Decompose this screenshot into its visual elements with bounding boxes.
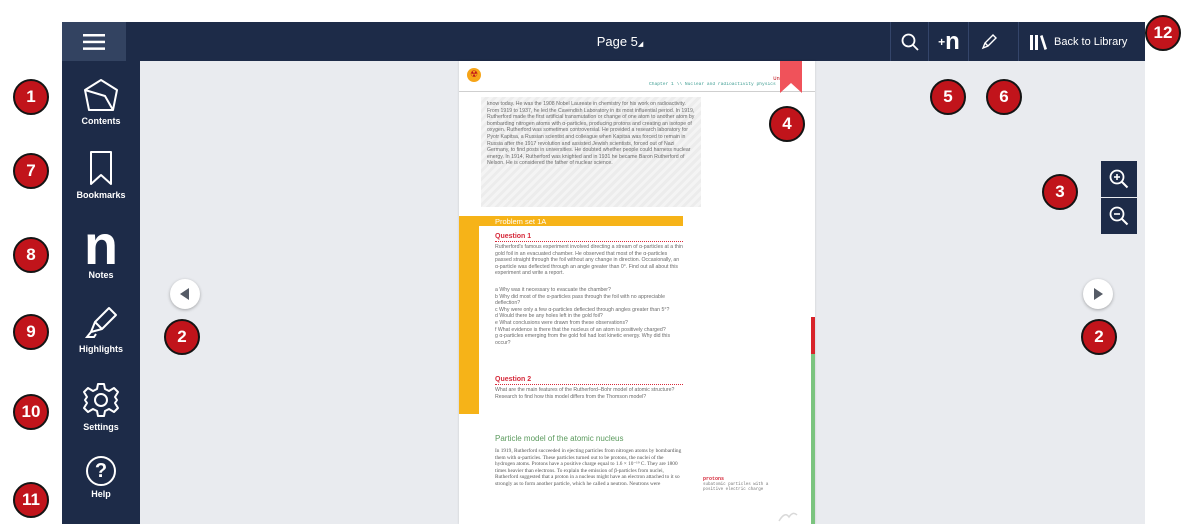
menu-icon	[83, 33, 105, 50]
callout-badge: 2	[164, 319, 200, 355]
glossary-term: protons	[703, 476, 725, 482]
sidebar-item-label: Contents	[81, 116, 121, 126]
sidebar-item-settings[interactable]: Settings	[62, 380, 140, 432]
callout-badge: 5	[930, 79, 966, 115]
library-icon	[1030, 34, 1047, 50]
question-2-text: What are the main features of the Ruther…	[495, 387, 675, 400]
book-page: ☢ Unit 1 Chapter 1 \\ Nuclear and radioa…	[459, 61, 815, 524]
list-item: d Would there be any holes left in the g…	[495, 313, 603, 320]
question-1-list: a Why was it necessary to evacuate the c…	[495, 287, 683, 346]
help-glyph: ?	[94, 459, 108, 482]
sidebar-item-notes[interactable]: n Notes	[62, 213, 140, 281]
list-item: g α-particles emerging from the gold foi…	[495, 333, 671, 346]
arrow-right-icon	[1094, 288, 1103, 300]
question-1-text: Rutherford's famous experiment involved …	[495, 244, 683, 277]
highlight-pen-icon	[981, 33, 997, 49]
problem-set-title: Problem set 1A	[495, 217, 547, 226]
atom-icon: ☢	[470, 69, 479, 79]
progress-indicator-green	[811, 354, 815, 524]
callout-badge: 2	[1081, 319, 1117, 355]
list-item: e What conclusions were drawn from these…	[495, 319, 628, 326]
callout-badge: 7	[13, 153, 49, 189]
contents-icon	[84, 79, 118, 111]
help-icon: ?	[86, 456, 116, 486]
question-2-rule	[495, 384, 683, 385]
list-item: a Why was it necessary to evacuate the c…	[495, 287, 611, 293]
add-note-icon: +n	[938, 27, 960, 55]
sidebar-item-contents[interactable]: Contents	[62, 76, 140, 126]
sidebar-item-label: Highlights	[79, 344, 123, 354]
sidebar-item-label: Help	[91, 489, 111, 499]
previous-page-button[interactable]	[170, 279, 200, 309]
page-number-label: Page 5	[596, 34, 638, 49]
problem-set-banner: Problem set 1A	[459, 216, 683, 226]
sidebar-item-label: Notes	[88, 270, 114, 280]
search-icon	[901, 33, 919, 51]
back-to-library-button[interactable]: Back to Library	[1018, 22, 1145, 61]
list-item: f What evidence is there that the nucleu…	[495, 326, 666, 333]
list-item: c Why were only a few α-particles deflec…	[495, 306, 670, 313]
add-note-button[interactable]: +n	[928, 22, 969, 61]
bookmark-icon	[90, 151, 112, 185]
question-2-title: Question 2	[495, 376, 532, 383]
sidebar-item-help[interactable]: ? Help	[62, 456, 140, 499]
progress-indicator-red	[811, 317, 815, 354]
sidebar-item-highlights[interactable]: Highlights	[62, 304, 140, 354]
zoom-in-button[interactable]	[1101, 161, 1137, 197]
highlight-pen-button[interactable]	[968, 22, 1009, 61]
callout-badge: 8	[13, 237, 49, 273]
arrow-left-icon	[180, 288, 189, 300]
next-page-button[interactable]	[1083, 279, 1113, 309]
section-text: In 1919, Rutherford succeeded in ejectin…	[495, 448, 682, 487]
zoom-out-button[interactable]	[1101, 198, 1137, 234]
callout-badge: 3	[1042, 174, 1078, 210]
page-logo-icon: ☢	[467, 68, 481, 82]
zoom-out-icon	[1109, 206, 1129, 226]
bookmark-ribbon-icon[interactable]	[780, 61, 802, 93]
sidebar-item-label: Bookmarks	[76, 190, 126, 200]
page-dropdown-icon: ◢	[637, 41, 644, 48]
callout-badge: 4	[769, 106, 805, 142]
list-item: b Why did most of the α-particles pass t…	[495, 293, 665, 307]
callout-badge: 12	[1145, 15, 1181, 51]
search-button[interactable]	[890, 22, 929, 61]
zoom-in-icon	[1109, 169, 1129, 189]
sidebar-item-bookmarks[interactable]: Bookmarks	[62, 150, 140, 200]
callout-badge: 11	[13, 482, 49, 518]
question-1-rule	[495, 241, 683, 242]
callout-badge: 6	[986, 79, 1022, 115]
sidebar-item-label: Settings	[83, 422, 119, 432]
question-1-title: Question 1	[495, 233, 532, 240]
decorative-figure-icon	[778, 512, 798, 522]
header-divider	[459, 91, 815, 92]
problem-set-side-bar	[459, 226, 479, 414]
glossary-definition: subatomic particles with a positive elec…	[703, 483, 769, 492]
sidebar	[62, 61, 140, 524]
callout-badge: 10	[13, 394, 49, 430]
biography-text: know today. He was the 1908 Nobel Laurea…	[487, 101, 695, 167]
highlighter-icon	[84, 307, 117, 338]
page-selector[interactable]: Page 5◢	[560, 22, 680, 61]
callout-badge: 1	[13, 79, 49, 115]
back-to-library-label: Back to Library	[1054, 35, 1128, 48]
section-title: Particle model of the atomic nucleus	[495, 434, 624, 443]
menu-button[interactable]	[62, 22, 126, 61]
notes-icon: n	[83, 213, 119, 276]
gear-icon	[83, 383, 119, 417]
callout-badge: 9	[13, 314, 49, 350]
